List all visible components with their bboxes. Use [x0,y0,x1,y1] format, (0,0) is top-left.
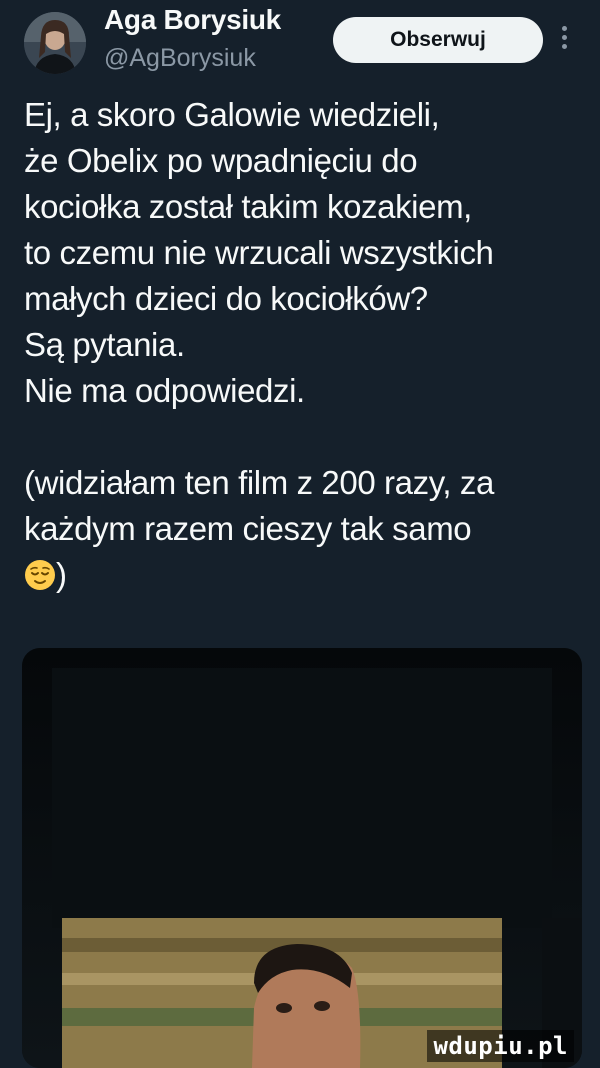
relieved-face-emoji-icon [25,560,55,590]
movie-still-image [22,648,582,1068]
tweet-line: małych dzieci do kociołków? [24,280,428,317]
more-options-icon[interactable] [558,26,570,54]
tweet-emoji-line: ) [24,552,584,598]
tweet-media[interactable]: wdupiu.pl [22,648,582,1068]
author-name[interactable]: Aga Borysiuk [104,4,281,36]
avatar[interactable] [24,12,86,74]
tweet-line: Nie ma odpowiedzi. [24,372,305,409]
author-handle[interactable]: @AgBorysiuk [104,44,256,73]
profile-photo-icon [24,12,86,74]
tweet-line: Ej, a skoro Galowie wiedzieli, [24,96,440,133]
tweet-line: że Obelix po wpadnięciu do [24,142,418,179]
closing-paren: ) [56,556,67,593]
tweet-card: Aga Borysiuk @AgBorysiuk Obserwuj Ej, a … [0,0,600,1068]
follow-button[interactable]: Obserwuj [333,17,543,63]
watermark: wdupiu.pl [427,1030,574,1062]
tweet-line: to czemu nie wrzucali wszystkich [24,234,494,271]
tweet-line: każdym razem cieszy tak samo [24,510,472,547]
tweet-line: (widziałam ten film z 200 razy, za [24,464,494,501]
tweet-line: Są pytania. [24,326,185,363]
tweet-text: Ej, a skoro Galowie wiedzieli, że Obelix… [24,92,584,598]
tweet-line: kociołka został takim kozakiem, [24,188,472,225]
